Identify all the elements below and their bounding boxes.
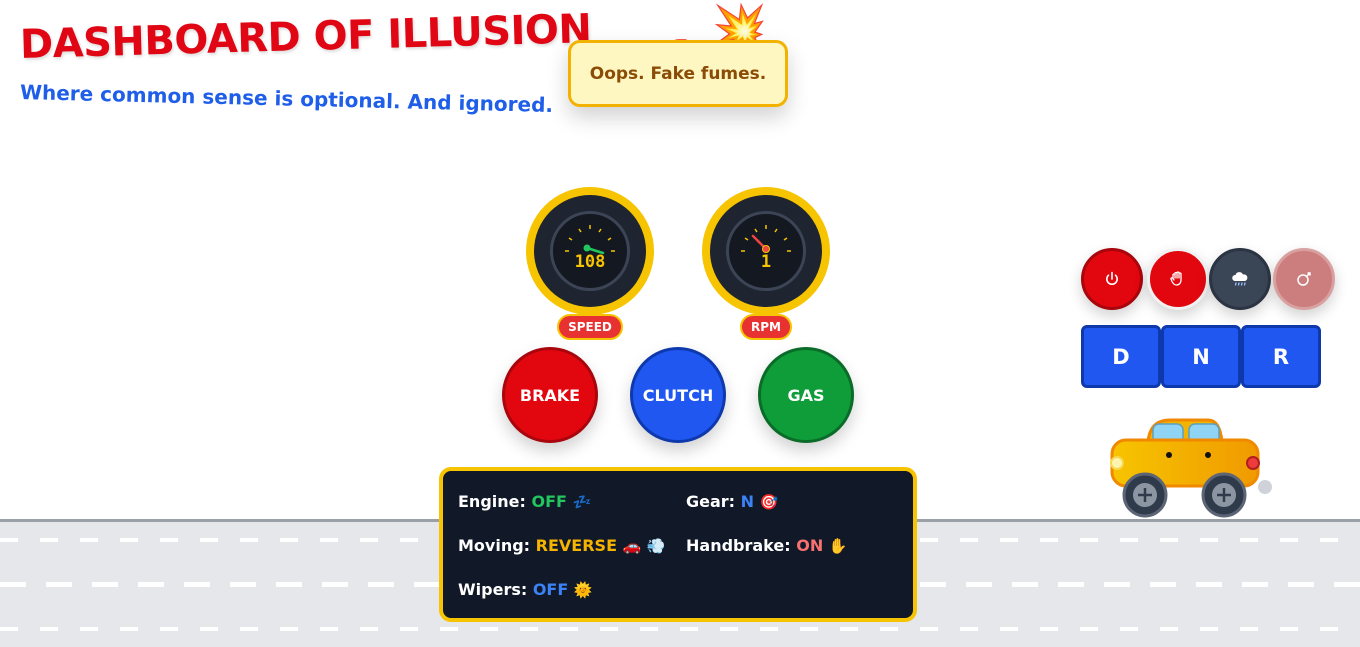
target-icon: 🎯 [759, 493, 779, 511]
horn-icon [1297, 272, 1311, 286]
speed-gauge-dial [565, 225, 615, 255]
page-title: DASHBOARD OF ILLUSION [19, 6, 593, 68]
car-illustration [1100, 410, 1280, 525]
status-gear: Gear: N 🎯 [686, 492, 779, 511]
status-wipers: Wipers: OFF 🌞 [458, 580, 593, 599]
status-panel: Engine: OFF 💤 Gear: N 🎯 Moving: REVERSE … [439, 467, 917, 622]
handbrake-button[interactable] [1147, 248, 1209, 310]
brake-button[interactable]: BRAKE [502, 347, 598, 443]
hand-icon [1170, 271, 1182, 286]
gear-drive-button[interactable]: D [1081, 325, 1161, 388]
sun-icon: 🌞 [573, 581, 593, 599]
lane-marking [0, 627, 1360, 631]
moving-status-value: REVERSE [535, 536, 617, 555]
toast-message: Oops. Fake fumes. [568, 40, 788, 107]
gear-status-value: N [740, 492, 755, 511]
status-engine: Engine: OFF 💤 [458, 492, 592, 511]
car-dash-icon: 🚗 💨 [622, 537, 666, 555]
speed-value: 108 [574, 252, 606, 272]
rpm-gauge-dial [741, 225, 791, 253]
handbrake-status-value: ON [796, 536, 824, 555]
speed-label: SPEED [557, 314, 623, 340]
clutch-button[interactable]: CLUTCH [630, 347, 726, 443]
rpm-label: RPM [740, 314, 792, 340]
gear-reverse-button[interactable]: R [1241, 325, 1321, 388]
wipers-button[interactable] [1209, 248, 1271, 310]
page-subtitle: Where common sense is optional. And igno… [19, 80, 554, 118]
rain-cloud-icon [1232, 272, 1248, 286]
gas-button[interactable]: GAS [758, 347, 854, 443]
power-icon [1106, 271, 1118, 286]
status-moving: Moving: REVERSE 🚗 💨 [458, 536, 666, 555]
engine-status-value: OFF [531, 492, 567, 511]
speed-gauge: 108 [526, 187, 654, 315]
rpm-value: 1 [760, 252, 772, 272]
status-handbrake: Handbrake: ON ✋ [686, 536, 848, 555]
rpm-gauge: 1 [702, 187, 830, 315]
engine-power-button[interactable] [1081, 248, 1143, 310]
wipers-status-value: OFF [532, 580, 569, 599]
gear-neutral-button[interactable]: N [1161, 325, 1241, 388]
hand-icon: ✋ [828, 537, 848, 555]
sleep-icon: 💤 [572, 493, 592, 511]
horn-button[interactable] [1273, 248, 1335, 310]
